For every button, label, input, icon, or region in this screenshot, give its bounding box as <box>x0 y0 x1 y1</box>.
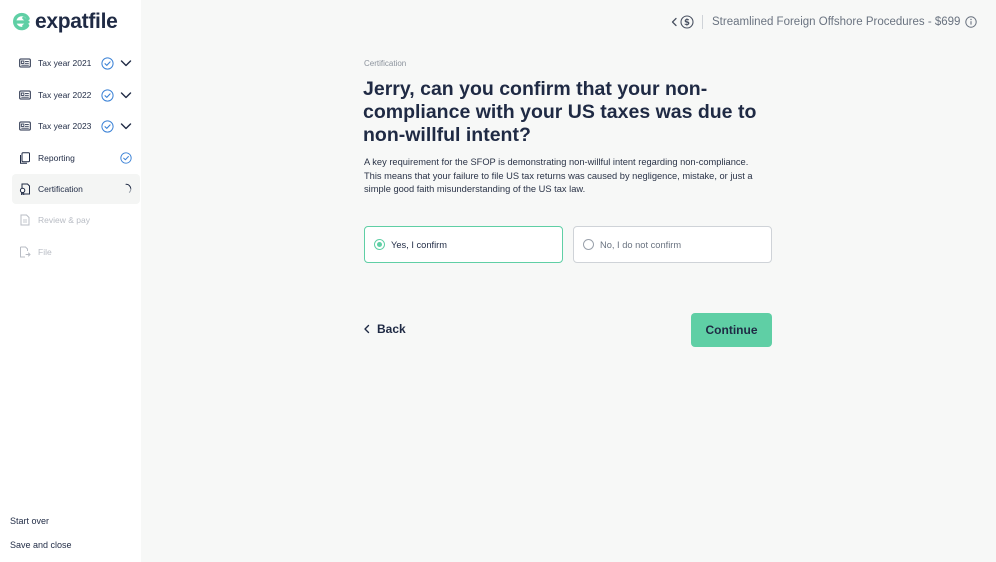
option-no-confirm[interactable]: No, I do not confirm <box>573 226 772 263</box>
chevron-down-icon[interactable] <box>120 120 132 132</box>
check-circle-icon <box>120 152 132 164</box>
header: $ Streamlined Foreign Offshore Procedure… <box>670 13 978 31</box>
logo-text: expatfile <box>35 10 118 33</box>
document-icon <box>20 214 30 226</box>
certificate-icon <box>19 183 30 195</box>
sidebar-item-certification[interactable]: Certification <box>12 174 140 204</box>
chevron-left-icon[interactable] <box>670 17 678 27</box>
radio-dot <box>377 242 382 247</box>
id-card-icon <box>19 58 31 68</box>
back-button[interactable]: Back <box>362 321 406 337</box>
chevron-left-icon <box>364 324 370 334</box>
sidebar-item-tax-year-2023[interactable]: Tax year 2023 <box>12 111 140 141</box>
sidebar-item-reporting[interactable]: Reporting <box>12 143 140 173</box>
id-card-icon <box>19 121 31 131</box>
logo[interactable]: expatfile <box>11 10 118 34</box>
progress-spinner-icon <box>125 183 132 193</box>
chevron-down-icon[interactable] <box>120 57 132 69</box>
continue-button[interactable]: Continue <box>691 313 772 347</box>
chevron-down-icon[interactable] <box>120 89 132 101</box>
sidebar-item-tax-year-2021[interactable]: Tax year 2021 <box>12 48 140 78</box>
sidebar-item-label: Tax year 2021 <box>38 58 92 68</box>
sidebar-item-review-pay: Review & pay <box>12 205 140 235</box>
start-over-link[interactable]: Start over <box>10 516 49 526</box>
option-label: Yes, I confirm <box>391 239 447 250</box>
sidebar: expatfile Tax year 2021 Tax year 2022 Ta… <box>0 0 141 562</box>
header-divider <box>702 15 703 29</box>
section-eyebrow: Certification <box>364 59 407 68</box>
check-circle-icon <box>101 56 114 70</box>
option-yes-confirm[interactable]: Yes, I confirm <box>364 226 563 263</box>
sidebar-item-label: Review & pay <box>38 215 90 225</box>
sidebar-item-file: File <box>12 237 140 267</box>
radio-selected[interactable] <box>374 239 385 250</box>
dollar-circle-icon[interactable]: $ <box>680 15 694 29</box>
documents-icon <box>20 152 30 164</box>
product-title: Streamlined Foreign Offshore Procedures … <box>712 16 961 28</box>
svg-text:$: $ <box>684 18 690 28</box>
radio-unselected[interactable] <box>583 239 594 250</box>
save-and-close-link[interactable]: Save and close <box>10 540 72 550</box>
file-send-icon <box>20 246 31 258</box>
sidebar-item-label: File <box>38 247 52 257</box>
info-icon[interactable] <box>965 16 978 28</box>
back-label: Back <box>377 322 406 336</box>
page-title: Jerry, can you confirm that your non-com… <box>363 78 757 146</box>
page-description: A key requirement for the SFOP is demons… <box>364 157 753 194</box>
id-card-icon <box>19 90 31 100</box>
expatfile-logo-icon <box>13 12 30 31</box>
check-circle-icon <box>101 88 114 102</box>
check-circle-icon <box>101 119 114 133</box>
sidebar-item-label: Reporting <box>38 153 75 163</box>
sidebar-item-label: Tax year 2023 <box>38 121 92 131</box>
sidebar-item-label: Certification <box>38 184 83 194</box>
sidebar-item-tax-year-2022[interactable]: Tax year 2022 <box>12 80 140 110</box>
sidebar-item-label: Tax year 2022 <box>38 90 92 100</box>
option-label: No, I do not confirm <box>600 239 682 250</box>
